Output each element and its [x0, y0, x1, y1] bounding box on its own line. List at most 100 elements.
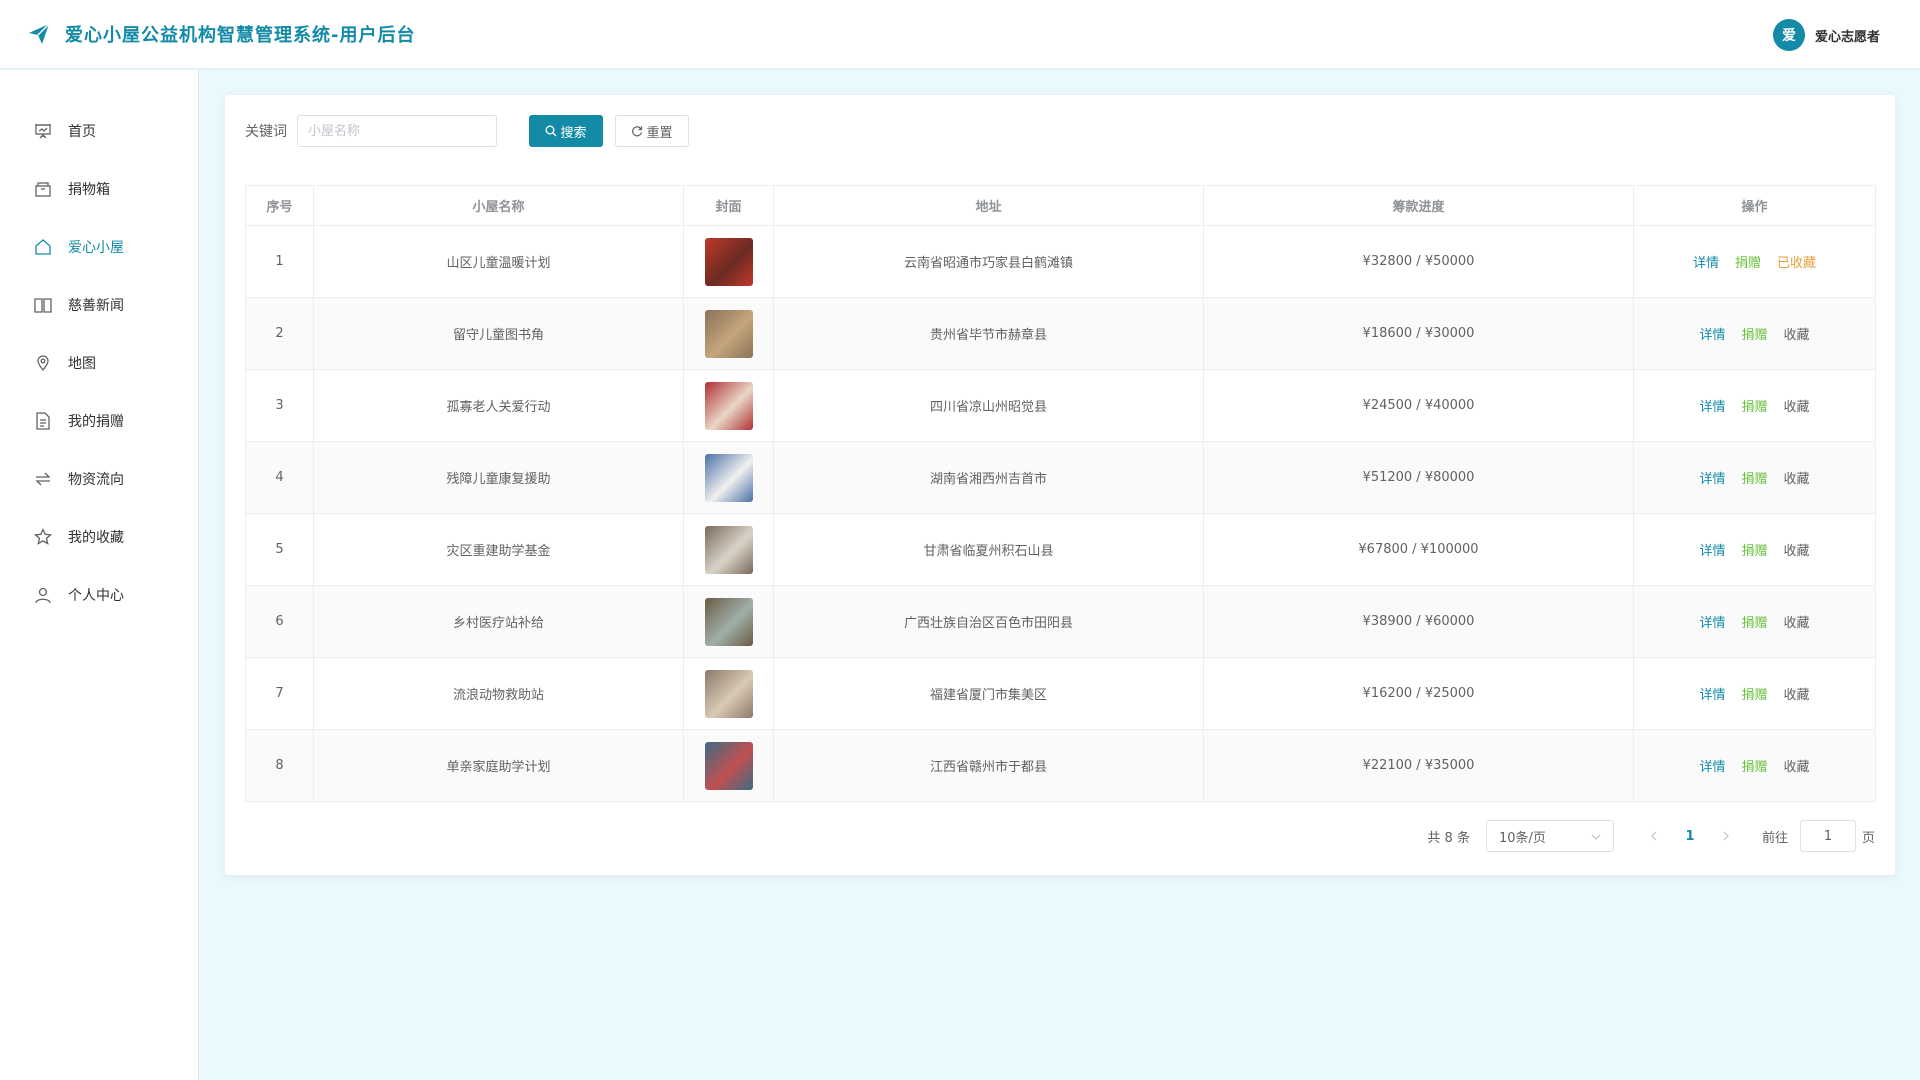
sidebar-item-charity-news[interactable]: 慈善新闻: [0, 276, 198, 334]
search-input[interactable]: [297, 115, 497, 147]
page-size-value: 10条/页: [1498, 830, 1546, 846]
home-icon: [34, 238, 52, 256]
row-index: 1: [245, 225, 314, 298]
row-name: 山区儿童温暖计划: [313, 225, 684, 298]
detail-button[interactable]: 详情: [1699, 760, 1725, 775]
search-button[interactable]: 搜索: [529, 115, 603, 147]
sidebar-item-label: 物资流向: [68, 472, 124, 488]
row-cover-cell: [683, 225, 774, 298]
avatar[interactable]: 爱: [1772, 19, 1805, 51]
donate-button[interactable]: 捐赠: [1741, 328, 1767, 343]
reset-button[interactable]: 重置: [615, 115, 689, 147]
chevron-right-icon: [1723, 831, 1729, 841]
row-actions: 详情 捐赠 收藏: [1633, 297, 1876, 370]
app-title: 爱心小屋公益机构智慧管理系统-用户后台: [65, 25, 416, 46]
cover-image[interactable]: [704, 237, 753, 286]
cover-image[interactable]: [704, 669, 753, 718]
sidebar-item-my-donations[interactable]: 我的捐赠: [0, 392, 198, 450]
donate-button[interactable]: 捐赠: [1741, 472, 1767, 487]
brand: 爱心小屋公益机构智慧管理系统-用户后台: [27, 21, 415, 47]
table-row: 7 流浪动物救助站 福建省厦门市集美区 ¥16200 / ¥25000 详情 捐赠 收藏: [245, 657, 1876, 730]
row-address: 福建省厦门市集美区: [773, 657, 1204, 730]
row-cover-cell: [683, 297, 774, 370]
row-cover-cell: [683, 513, 774, 586]
donate-button[interactable]: 捐赠: [1741, 400, 1767, 415]
cover-image[interactable]: [704, 525, 753, 574]
detail-button[interactable]: 详情: [1699, 400, 1725, 415]
sidebar-item-home[interactable]: 首页: [0, 102, 198, 160]
prev-page-button[interactable]: [1642, 822, 1666, 850]
row-actions: 详情 捐赠 收藏: [1633, 729, 1876, 802]
donate-button[interactable]: 捐赠: [1741, 616, 1767, 631]
favorite-button[interactable]: 已收藏: [1777, 256, 1816, 271]
row-cover-cell: [683, 657, 774, 730]
row-progress: ¥24500 / ¥40000: [1203, 369, 1634, 442]
favorite-button[interactable]: 收藏: [1784, 472, 1810, 487]
row-address: 贵州省毕节市赫章县: [773, 297, 1204, 370]
row-address: 云南省昭通市巧家县白鹤滩镇: [773, 225, 1204, 298]
document-icon: [34, 412, 52, 430]
goto-page-input[interactable]: [1799, 820, 1856, 852]
detail-button[interactable]: 详情: [1699, 688, 1725, 703]
row-name: 流浪动物救助站: [313, 657, 684, 730]
col-header-cover: 封面: [683, 185, 774, 226]
row-index: 3: [245, 369, 314, 442]
col-header-progress: 筹款进度: [1203, 185, 1634, 226]
favorite-button[interactable]: 收藏: [1784, 544, 1810, 559]
sidebar-item-profile[interactable]: 个人中心: [0, 566, 198, 624]
row-address: 江西省赣州市于都县: [773, 729, 1204, 802]
cover-image[interactable]: [704, 597, 753, 646]
cover-image[interactable]: [704, 741, 753, 790]
cover-image[interactable]: [704, 453, 753, 502]
user-menu[interactable]: 爱 爱心志愿者: [1772, 19, 1880, 51]
favorite-button[interactable]: 收藏: [1784, 400, 1810, 415]
detail-button[interactable]: 详情: [1699, 616, 1725, 631]
detail-button[interactable]: 详情: [1693, 256, 1719, 271]
sidebar-item-material-flow[interactable]: 物资流向: [0, 450, 198, 508]
page-number-current[interactable]: 1: [1682, 829, 1698, 844]
detail-button[interactable]: 详情: [1699, 328, 1725, 343]
row-cover-cell: [683, 585, 774, 658]
row-name: 单亲家庭助学计划: [313, 729, 684, 802]
cover-image[interactable]: [704, 381, 753, 430]
sidebar-item-label: 爱心小屋: [68, 240, 124, 256]
favorite-button[interactable]: 收藏: [1784, 688, 1810, 703]
row-progress: ¥22100 / ¥35000: [1203, 729, 1634, 802]
sidebar-item-label: 首页: [68, 124, 96, 140]
row-address: 广西壮族自治区百色市田阳县: [773, 585, 1204, 658]
row-progress: ¥16200 / ¥25000: [1203, 657, 1634, 730]
row-index: 2: [245, 297, 314, 370]
user-icon: [34, 586, 52, 604]
donate-button[interactable]: 捐赠: [1741, 688, 1767, 703]
donate-button[interactable]: 捐赠: [1741, 760, 1767, 775]
table-row: 5 灾区重建助学基金 甘肃省临夏州积石山县 ¥67800 / ¥100000 详情 捐赠 收…: [245, 513, 1876, 586]
next-page-button[interactable]: [1714, 822, 1738, 850]
row-name: 孤寡老人关爱行动: [313, 369, 684, 442]
chevron-left-icon: [1651, 831, 1657, 841]
sidebar-item-my-favorites[interactable]: 我的收藏: [0, 508, 198, 566]
detail-button[interactable]: 详情: [1699, 544, 1725, 559]
sidebar-item-map[interactable]: 地图: [0, 334, 198, 392]
sidebar-item-donation-box[interactable]: 捐物箱: [0, 160, 198, 218]
table-row: 3 孤寡老人关爱行动 四川省凉山州昭觉县 ¥24500 / ¥40000 详情 捐赠 收藏: [245, 369, 1876, 442]
pagination: 共 8 条 10条/页 1 前往 页: [1427, 820, 1875, 852]
favorite-button[interactable]: 收藏: [1784, 328, 1810, 343]
box-icon: [34, 180, 52, 198]
favorite-button[interactable]: 收藏: [1784, 760, 1810, 775]
donate-button[interactable]: 捐赠: [1741, 544, 1767, 559]
data-table: 序号 小屋名称 封面 地址 筹款进度 操作 1 山区儿童温暖计划 云南省昭通市巧家县…: [245, 185, 1876, 802]
reset-button-label: 重置: [646, 125, 673, 141]
col-header-name: 小屋名称: [313, 185, 684, 226]
donate-button[interactable]: 捐赠: [1735, 256, 1761, 271]
row-cover-cell: [683, 441, 774, 514]
favorite-button[interactable]: 收藏: [1784, 616, 1810, 631]
detail-button[interactable]: 详情: [1699, 472, 1725, 487]
row-progress: ¥32800 / ¥50000: [1203, 225, 1634, 298]
sidebar-item-love-house[interactable]: 爱心小屋: [0, 218, 198, 276]
row-actions: 详情 捐赠 收藏: [1633, 657, 1876, 730]
cover-image[interactable]: [704, 309, 753, 358]
row-index: 6: [245, 585, 314, 658]
page-size-select[interactable]: 10条/页: [1485, 820, 1614, 852]
search-button-label: 搜索: [560, 125, 587, 141]
user-name[interactable]: 爱心志愿者: [1815, 26, 1880, 45]
